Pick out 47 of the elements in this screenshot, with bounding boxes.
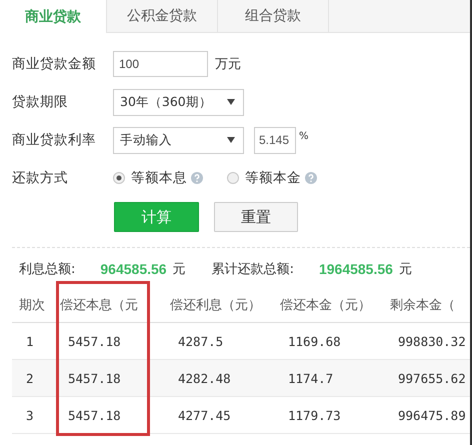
table-cell-text: 5457.18 (67, 334, 122, 348)
table-cell-text: 1 (25, 334, 35, 348)
radio-button[interactable] (113, 172, 125, 184)
table-cell-text: 997655.62 (397, 370, 467, 386)
summary-value: 964585.56 (100, 261, 167, 277)
table-cell-text: 4277.45 (177, 408, 232, 422)
column-header: 期次 (18, 297, 46, 314)
table-cell-text: 5457.18 (67, 370, 122, 386)
column-header: 剩余本金（ (389, 297, 456, 314)
caret-icon (227, 137, 235, 143)
table-cell-text: 4282.48 (177, 370, 232, 386)
field-label: 商业贷款利率 (12, 131, 97, 149)
unit-label: 元 (398, 261, 412, 278)
help-icon (305, 172, 317, 184)
tab[interactable]: 公积金贷款 (107, 0, 218, 32)
table-cell-text: 1169.68 (287, 334, 342, 348)
unit-label: 万元 (215, 56, 241, 73)
table-cell-text: 996475.89 (397, 408, 467, 422)
field-label: 还款方式 (12, 169, 69, 187)
reset-button[interactable]: 重置 (214, 202, 298, 232)
radio-label[interactable]: 等额本金 (245, 169, 301, 187)
column-header: 偿还本息（元 (59, 297, 139, 314)
table-cell-text: 4287.5 (177, 334, 224, 348)
column-header: 偿还利息（元） (169, 297, 262, 314)
help-icon (191, 172, 203, 184)
dropdown[interactable]: 30年（360期） (113, 88, 244, 116)
summary-label: 利息总额: (19, 261, 76, 278)
field-label: 贷款期限 (12, 93, 69, 111)
table-cell-text: 1174.7 (287, 370, 334, 386)
column-header: 偿还本金（元） (279, 297, 372, 314)
summary-value: 1964585.56 (318, 261, 393, 277)
dropdown[interactable]: 手动输入 (113, 126, 244, 154)
field-label: 商业贷款金额 (12, 55, 97, 73)
radio-label[interactable]: 等额本息 (131, 169, 187, 187)
table-cell-text: 3 (25, 408, 35, 422)
rate-field[interactable]: 5.145 (254, 126, 296, 154)
radio-button[interactable] (227, 172, 239, 184)
table-cell-text: 1179.73 (287, 408, 342, 422)
table-cell-text: 2 (25, 370, 35, 386)
unit-label: % (299, 131, 309, 142)
caret-icon (227, 99, 235, 105)
table-cell-text: 998830.32 (397, 334, 467, 348)
tab[interactable]: 组合贷款 (218, 0, 329, 32)
table-cell-text: 5457.18 (67, 408, 122, 422)
summary-label: 累计还款总额: (212, 261, 294, 278)
unit-label: 元 (172, 261, 186, 278)
input-field[interactable]: 100 (113, 51, 208, 77)
